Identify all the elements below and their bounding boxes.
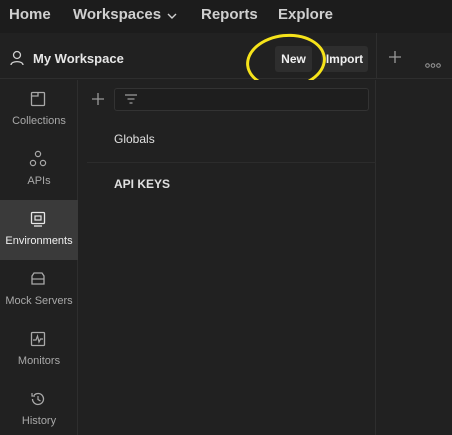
monitors-icon [29,330,47,348]
sidebar-item-history[interactable]: History [0,380,78,435]
filter-input[interactable] [114,88,369,111]
sidebar: Collections APIs Environments Mock Serve… [0,80,78,435]
list-item[interactable]: API KEYS [87,163,376,207]
environment-name: API KEYS [114,177,171,191]
sidebar-item-environments[interactable]: Environments [0,200,78,260]
more-options-icon[interactable] [425,55,441,73]
header-divider [376,33,377,79]
collections-icon [29,90,47,108]
environment-name: Globals [114,132,155,146]
sidebar-item-apis[interactable]: APIs [0,140,78,200]
environments-icon [29,210,47,228]
sidebar-item-label: History [21,415,57,427]
sidebar-item-label: APIs [27,175,51,187]
nav-workspaces-label: Workspaces [73,6,162,23]
nav-reports[interactable]: Reports [201,6,258,23]
sidebar-item-label: Environments [5,235,73,247]
sidebar-item-collections[interactable]: Collections [0,80,78,140]
filter-icon [124,93,138,111]
plus-icon[interactable] [388,50,402,69]
nav-workspaces[interactable]: Workspaces [73,6,177,24]
workspace-title: My Workspace [33,51,124,66]
history-icon [29,390,47,408]
sidebar-item-label: Mock Servers [5,295,73,307]
top-nav: Home Workspaces Reports Explore [0,0,452,33]
list-item[interactable]: Globals [87,118,376,162]
workspace-header: My Workspace New Import [0,33,452,79]
sidebar-item-label: Collections [12,115,66,127]
mock-servers-icon [29,270,47,288]
nav-explore[interactable]: Explore [278,6,333,23]
apis-icon [29,150,47,168]
user-icon [10,50,24,71]
add-environment-icon[interactable] [91,92,105,111]
sidebar-item-mock-servers[interactable]: Mock Servers [0,260,78,320]
content-panel [377,80,452,435]
chevron-down-icon [167,7,177,24]
sidebar-item-monitors[interactable]: Monitors [0,320,78,380]
nav-home[interactable]: Home [9,6,51,23]
sidebar-item-label: Monitors [17,355,61,367]
import-button[interactable]: Import [321,46,368,72]
environments-panel: Globals API KEYS [79,80,376,435]
